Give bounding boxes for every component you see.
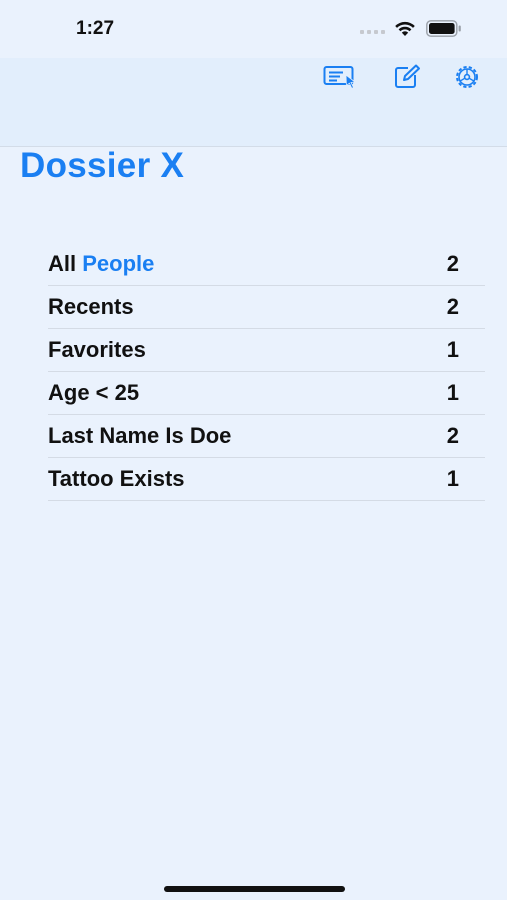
list-item-favorites[interactable]: Favorites 1: [48, 329, 485, 372]
list-item-last-name-doe[interactable]: Last Name Is Doe 2: [48, 415, 485, 458]
settings-button[interactable]: [450, 62, 484, 92]
navigation-bar: [0, 58, 507, 147]
cellular-signal-icon: [360, 28, 386, 34]
select-button[interactable]: [323, 62, 357, 92]
list-item-label: Recents: [48, 294, 134, 319]
wifi-icon: [395, 21, 415, 36]
compose-button[interactable]: [390, 62, 424, 92]
list-item-count: 2: [446, 423, 459, 448]
list-item-tattoo-exists[interactable]: Tattoo Exists 1: [48, 458, 485, 501]
gear-icon: [456, 66, 478, 88]
list-item-label: Age < 25: [48, 380, 140, 405]
list-item-label: Tattoo Exists: [48, 466, 185, 491]
list-item-count: 2: [446, 251, 459, 276]
smart-list: All People 2 Recents 2 Favorites 1 Age <…: [48, 243, 485, 501]
list-item-age-under-25[interactable]: Age < 25 1: [48, 372, 485, 415]
list-item-count: 2: [446, 294, 459, 319]
select-cursor-icon: [323, 66, 357, 89]
list-item-all-people[interactable]: All People 2: [48, 243, 485, 286]
list-item-count: 1: [446, 380, 459, 405]
list-item-label-accent: People: [82, 251, 155, 276]
battery-icon: [426, 20, 461, 37]
status-bar: 1:27: [0, 0, 507, 58]
list-item-count: 1: [446, 466, 459, 491]
list-item-label: Last Name Is Doe: [48, 423, 232, 448]
list-item-recents[interactable]: Recents 2: [48, 286, 485, 329]
status-time: 1:27: [76, 18, 115, 39]
list-item-count: 1: [446, 337, 459, 362]
home-indicator[interactable]: [164, 886, 345, 892]
list-item-label: Favorites: [48, 337, 146, 362]
compose-icon: [395, 64, 420, 88]
list-item-label: All People: [48, 251, 155, 276]
page-title: Dossier X: [20, 146, 185, 185]
